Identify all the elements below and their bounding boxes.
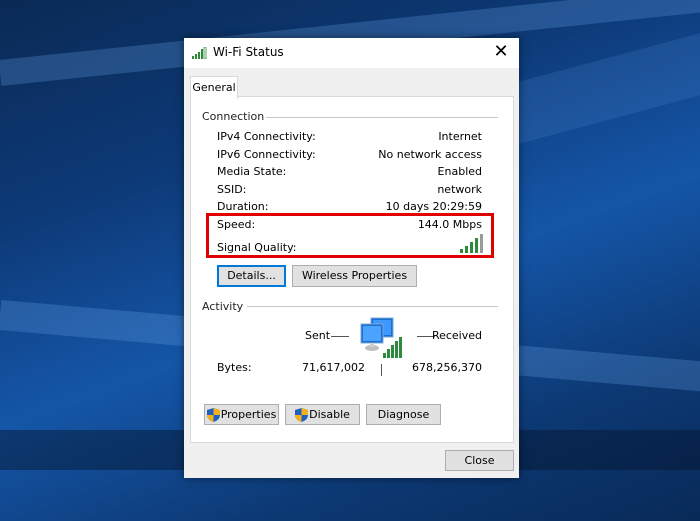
ipv6-label: IPv6 Connectivity: [217, 148, 316, 161]
ssid-value: network [437, 183, 482, 196]
bytes-sent-value: 71,617,002 [302, 361, 365, 374]
window-title: Wi-Fi Status [213, 45, 284, 59]
bytes-label: Bytes: [217, 361, 252, 374]
diagnose-button[interactable]: Diagnose [366, 404, 441, 425]
disable-button[interactable]: Disable [285, 404, 360, 425]
properties-label: Properties [220, 408, 277, 421]
ipv4-label: IPv4 Connectivity: [217, 130, 316, 143]
sent-label: Sent [305, 329, 331, 342]
ipv4-value: Internet [438, 130, 482, 143]
media-state-value: Enabled [437, 165, 482, 178]
speed-signal-highlight-box [206, 213, 494, 258]
duration-value: 10 days 20:29:59 [385, 200, 482, 213]
title-bar[interactable]: Wi-Fi Status ✕ [184, 38, 519, 68]
details-button[interactable]: Details... [217, 265, 286, 287]
properties-button[interactable]: Properties [204, 404, 279, 425]
ipv6-value: No network access [378, 148, 482, 161]
general-panel: Connection IPv4 Connectivity: Internet I… [190, 96, 514, 443]
close-button[interactable]: Close [445, 450, 514, 471]
connection-group-label: Connection [202, 110, 273, 123]
wifi-status-dialog: Wi-Fi Status ✕ General Connection IPv4 C… [184, 38, 519, 478]
uac-shield-icon [206, 408, 220, 422]
ssid-label: SSID: [217, 183, 247, 196]
network-computers-icon [360, 317, 402, 358]
wireless-properties-button[interactable]: Wireless Properties [292, 265, 417, 287]
connection-divider [266, 117, 498, 118]
disable-label: Disable [309, 408, 350, 421]
activity-divider [247, 306, 498, 307]
media-state-label: Media State: [217, 165, 287, 178]
activity-divider-tick [381, 364, 382, 376]
sent-connector-line [331, 336, 349, 337]
received-label: Received [431, 329, 482, 342]
duration-label: Duration: [217, 200, 269, 213]
activity-group-label: Activity [202, 300, 252, 313]
close-icon[interactable]: ✕ [491, 42, 511, 62]
bytes-received-value: 678,256,370 [412, 361, 482, 374]
wifi-signal-icon [192, 47, 207, 59]
tab-general[interactable]: General [190, 76, 238, 99]
uac-shield-icon [295, 408, 309, 422]
